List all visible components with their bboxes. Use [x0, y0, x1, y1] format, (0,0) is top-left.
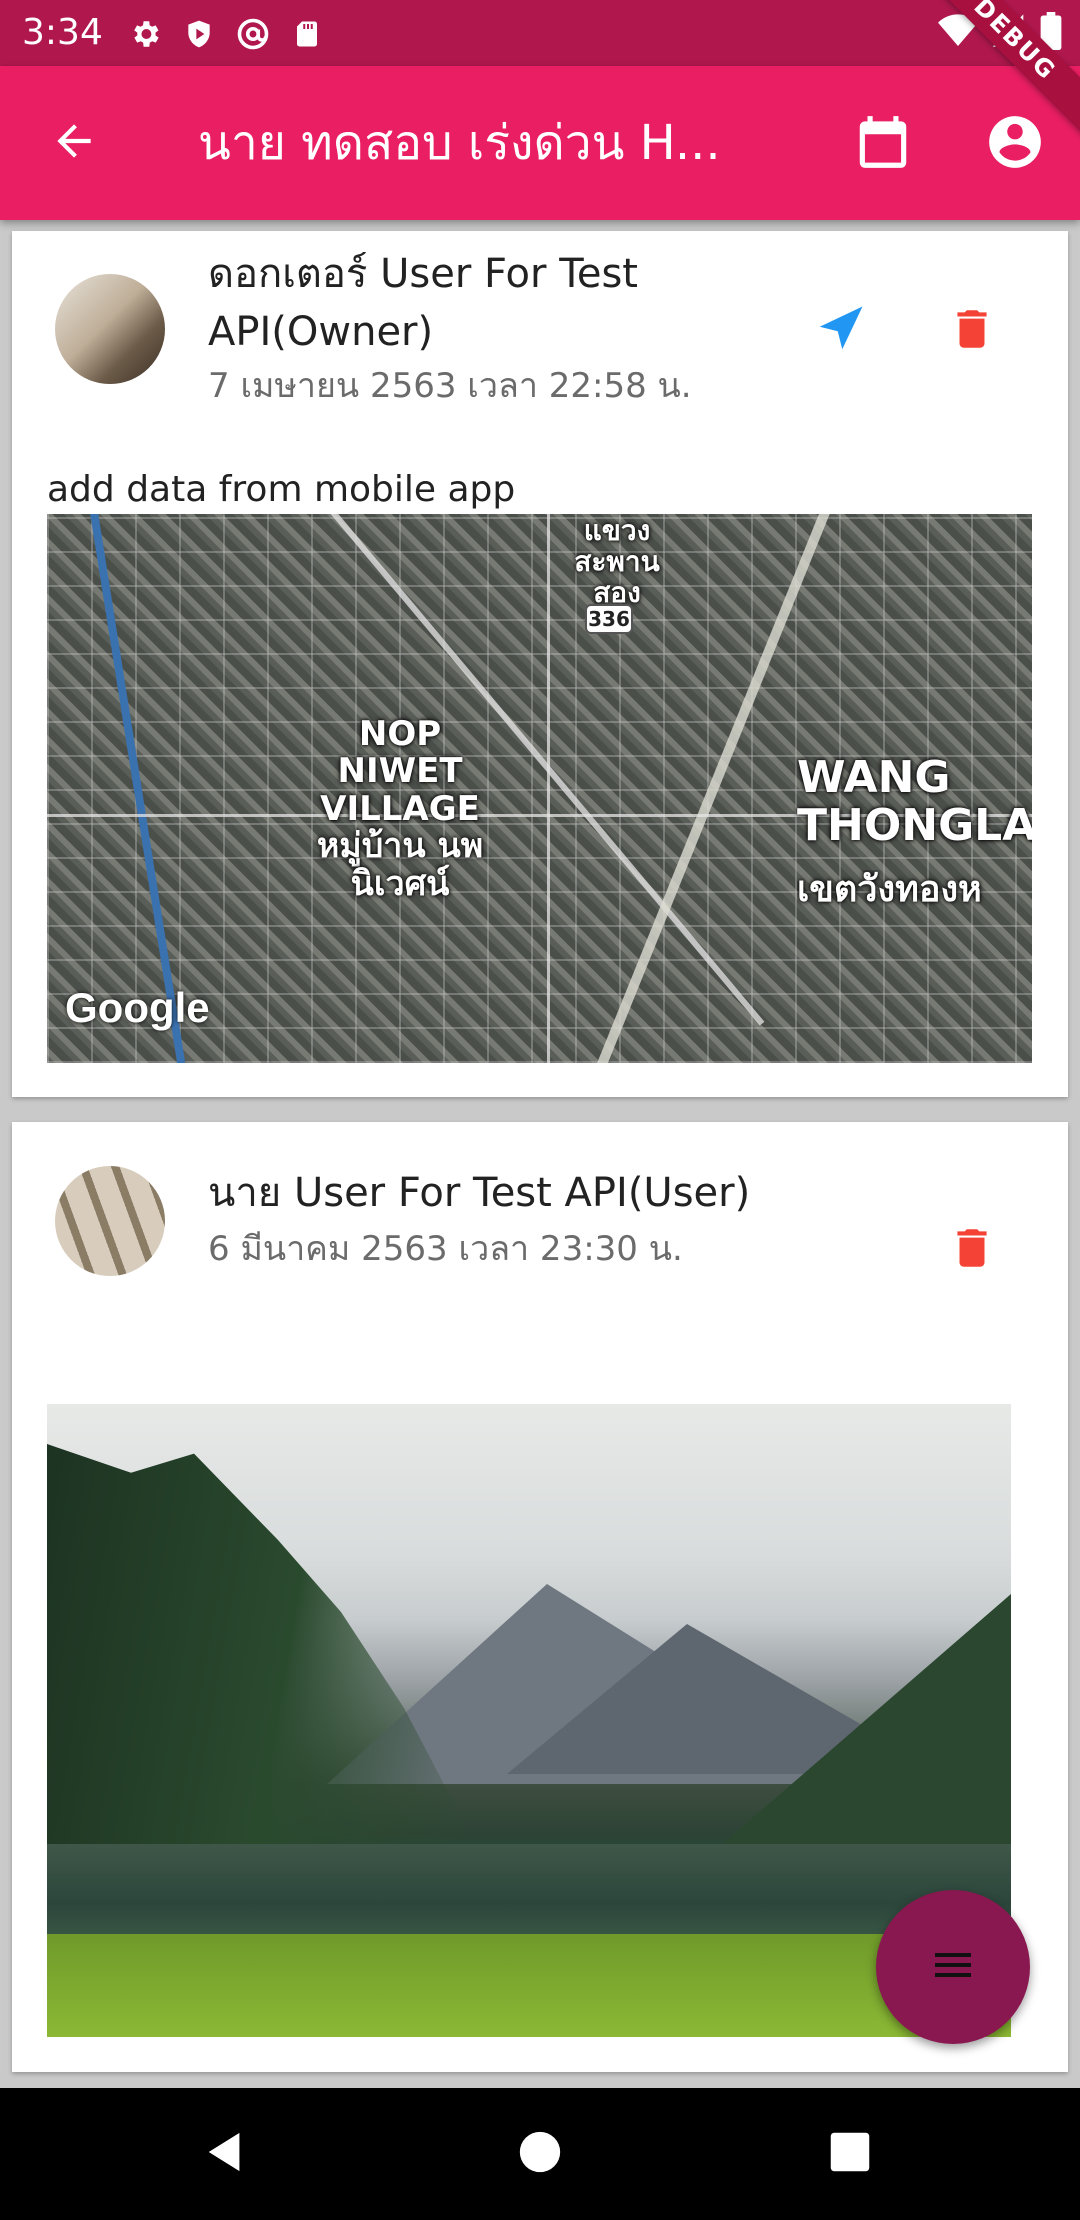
map-label: เขตวังทองห [797, 870, 982, 910]
system-home-button[interactable] [510, 2124, 570, 2184]
post-date: 7 เมษายน 2563 เวลา 22:58 น. [208, 366, 692, 406]
post-date: 6 มีนาคม 2563 เวลา 23:30 น. [208, 1229, 683, 1269]
arrow-back-icon [49, 116, 99, 170]
post-photo[interactable] [47, 1404, 1011, 2037]
trash-icon [947, 1221, 997, 1279]
status-icons-left [125, 14, 327, 54]
system-nav-bar [0, 2088, 1080, 2220]
photo-lake [47, 1844, 1011, 1944]
calendar-icon [852, 109, 914, 179]
settings-icon [125, 14, 165, 54]
at-sign-icon [233, 14, 273, 54]
post-card: ดอกเตอร์ User For Test API(Owner) 7 เมษา… [12, 231, 1068, 1097]
status-bar: 3:34 [0, 0, 1080, 66]
delete-button[interactable] [940, 1218, 1004, 1282]
map-road [547, 514, 550, 1063]
menu-fab[interactable] [876, 1890, 1030, 2044]
post-author: ดอกเตอร์ User For Test API(Owner) [208, 251, 638, 355]
avatar[interactable] [55, 1166, 165, 1276]
navigation-arrow-icon [813, 302, 867, 360]
route-shield: 336 [585, 604, 633, 634]
photo-grass [47, 1934, 1011, 2037]
app-bar: นาย ทดสอบ เร่งด่วน H... [0, 66, 1080, 220]
shield-icon [179, 14, 219, 54]
delete-button[interactable] [940, 299, 1004, 363]
status-time: 3:34 [22, 12, 103, 53]
menu-icon [929, 1941, 977, 1993]
recents-square-icon [829, 2131, 871, 2177]
map-label: NOP NIWET VILLAGE หมู่บ้าน นพนิเวศน์ [316, 714, 484, 904]
calendar-button[interactable] [848, 109, 918, 179]
home-circle-icon [518, 2130, 562, 2178]
google-attribution: Google [65, 984, 210, 1031]
map-label: WANG THONGLA [797, 752, 1032, 852]
location-map[interactable]: แขวง สะพานสอง 336 NOP NIWET VILLAGE หมู่… [47, 514, 1032, 1063]
system-recents-button[interactable] [820, 2124, 880, 2184]
location-button[interactable] [808, 299, 872, 363]
post-author: นาย User For Test API(User) [208, 1170, 751, 1216]
avatar[interactable] [55, 274, 165, 384]
back-button[interactable] [42, 111, 106, 175]
account-circle-icon [984, 111, 1046, 177]
map-label: แขวง สะพานสอง [574, 514, 660, 609]
account-button[interactable] [980, 109, 1050, 179]
system-back-button[interactable] [196, 2124, 256, 2184]
back-triangle-icon [203, 2129, 249, 2179]
sd-card-icon [287, 14, 327, 54]
map-river [87, 514, 189, 1063]
page-title: นาย ทดสอบ เร่งด่วน H... [198, 115, 721, 171]
post-caption: add data from mobile app [47, 469, 516, 510]
trash-icon [947, 302, 997, 360]
